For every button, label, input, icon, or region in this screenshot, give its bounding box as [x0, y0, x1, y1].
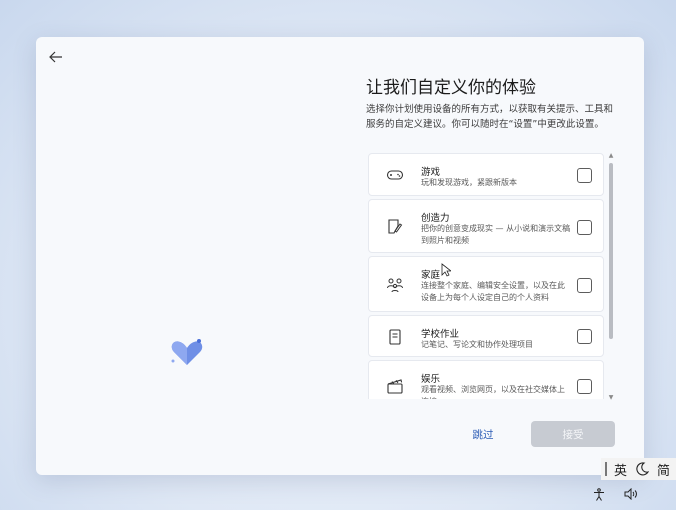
ime-grip — [605, 462, 607, 476]
option-name: 娱乐 — [421, 374, 441, 385]
options-list: 游戏 玩和发现游戏，紧跟新版本 创造力 把你的创意变成现实 — 从小说和演示文稿… — [368, 151, 618, 399]
volume-icon — [624, 488, 637, 500]
option-family[interactable]: 家庭 连接整个家庭、编辑安全设置，以及在此设备上为每个人设定自己的个人资料 — [368, 256, 604, 312]
option-name: 游戏 — [421, 167, 441, 178]
option-description: 玩和发现游戏，紧跟新版本 — [421, 178, 517, 187]
family-icon — [387, 278, 403, 293]
option-schoolwork[interactable]: 学校作业 记笔记、写论文和协作处理项目 — [368, 315, 604, 357]
entertainment-icon — [387, 379, 403, 394]
accessibility-icon — [594, 487, 604, 501]
option-name: 学校作业 — [421, 329, 460, 340]
option-creativity[interactable]: 创造力 把你的创意变成现实 — 从小说和演示文稿到照片和视频 — [368, 199, 604, 253]
schoolwork-icon — [389, 329, 401, 345]
oobe-dialog: 让我们自定义你的体验 选择你计划使用设备的所有方式，以获取有关提示、工具和服务的… — [36, 37, 644, 475]
ime-mode[interactable]: 简 — [657, 460, 670, 479]
volume-button[interactable] — [622, 486, 640, 502]
option-checkbox[interactable] — [577, 278, 592, 293]
option-name: 家庭 — [421, 270, 441, 281]
scroll-up-icon[interactable]: ▲ — [608, 153, 614, 159]
scroll-down-icon[interactable]: ▼ — [608, 395, 614, 401]
gamepad-icon — [386, 170, 404, 180]
heart-illustration-icon — [171, 339, 203, 365]
option-description: 连接整个家庭、编辑安全设置，以及在此设备上为每个人设定自己的个人资料 — [421, 281, 565, 302]
option-checkbox[interactable] — [577, 220, 592, 235]
back-arrow-icon — [49, 51, 62, 63]
option-gaming[interactable]: 游戏 玩和发现游戏，紧跟新版本 — [368, 153, 604, 196]
ime-indicator[interactable]: 英 简 — [601, 458, 676, 480]
accept-button[interactable]: 接受 — [531, 421, 615, 447]
page-description: 选择你计划使用设备的所有方式，以获取有关提示、工具和服务的自定义建议。你可以随时… — [366, 104, 614, 130]
scrollbar-thumb[interactable] — [609, 163, 613, 339]
moon-icon[interactable] — [635, 462, 650, 476]
skip-button[interactable]: 跳过 — [456, 422, 510, 446]
accessibility-button[interactable] — [590, 486, 608, 502]
option-description: 观看视频、浏览网页，以及在社交媒体上连接 — [421, 385, 565, 399]
option-name: 创造力 — [421, 213, 450, 224]
creativity-icon — [388, 219, 403, 234]
option-checkbox[interactable] — [577, 168, 592, 183]
option-description: 记笔记、写论文和协作处理项目 — [421, 340, 533, 349]
option-checkbox[interactable] — [577, 379, 592, 394]
option-description: 把你的创意变成现实 — 从小说和演示文稿到照片和视频 — [421, 224, 571, 245]
mouse-cursor-icon — [441, 263, 451, 277]
options-scrollbar[interactable]: ▲ ▼ — [608, 153, 614, 401]
back-button[interactable] — [44, 45, 68, 69]
option-checkbox[interactable] — [577, 329, 592, 344]
ime-language[interactable]: 英 — [614, 460, 627, 479]
option-entertainment[interactable]: 娱乐 观看视频、浏览网页，以及在社交媒体上连接 — [368, 360, 604, 399]
page-title: 让我们自定义你的体验 — [366, 78, 536, 98]
